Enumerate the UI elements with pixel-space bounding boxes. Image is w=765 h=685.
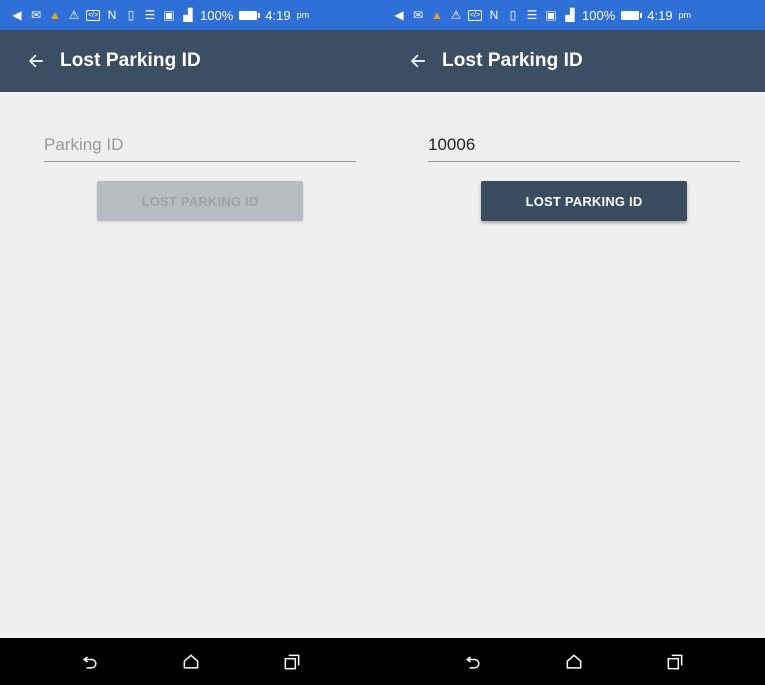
lost-parking-id-button[interactable]: LOST PARKING ID <box>97 181 303 221</box>
vibrate-icon: ▯ <box>509 8 517 22</box>
navigation-bar <box>382 638 765 685</box>
clock: 4:19 <box>647 7 673 23</box>
battery-percent: 100% <box>200 7 234 23</box>
nav-home-button[interactable] <box>554 642 594 682</box>
page-title: Lost Parking ID <box>60 50 201 71</box>
code-icon: </> <box>86 9 100 21</box>
warning-icon: ⚠ <box>68 8 80 22</box>
message-icon: ◀ <box>394 8 404 22</box>
clock: 4:19 <box>265 7 291 23</box>
app-bar: Lost Parking ID <box>382 30 765 92</box>
battery-icon <box>621 10 643 20</box>
recents-icon <box>284 654 300 669</box>
home-icon <box>566 654 581 669</box>
message-icon: ◀ <box>12 8 22 22</box>
signal-icon: ▟ <box>565 8 575 22</box>
parking-id-field[interactable] <box>428 130 740 162</box>
wifi-icon: ☰ <box>144 8 156 22</box>
warning-icon: ⚠ <box>450 8 462 22</box>
status-bar: ◀ ✉ ▲ ⚠ </> N ▯ ☰ ▣ ▟ 100% 4:19 pm <box>0 0 382 30</box>
status-bar: ◀ ✉ ▲ ⚠ </> N ▯ ☰ ▣ ▟ 100% 4:19 pm <box>382 0 765 30</box>
email-icon: ✉ <box>412 8 424 22</box>
screen-empty: ◀ ✉ ▲ ⚠ </> N ▯ ☰ ▣ ▟ 100% 4:19 pm Lost P… <box>0 0 382 685</box>
home-icon <box>183 654 199 669</box>
lost-parking-id-button[interactable]: LOST PARKING ID <box>481 181 687 221</box>
back-icon <box>83 655 97 669</box>
app-bar: Lost Parking ID <box>0 30 382 92</box>
hazard-alert-icon: ▲ <box>431 8 443 22</box>
back-button[interactable] <box>396 52 440 70</box>
nav-back-button[interactable] <box>453 642 493 682</box>
nav-back-button[interactable] <box>70 642 110 682</box>
battery-percent: 100% <box>582 7 616 23</box>
back-button[interactable] <box>14 52 58 70</box>
wifi-icon: ☰ <box>526 8 538 22</box>
arrow-left-icon <box>28 54 43 68</box>
email-icon: ✉ <box>30 8 42 22</box>
screen-filled: ◀ ✉ ▲ ⚠ </> N ▯ ☰ ▣ ▟ 100% 4:19 pm Lost P… <box>382 0 765 685</box>
nav-recents-button[interactable] <box>655 642 695 682</box>
nav-recents-button[interactable] <box>272 642 312 682</box>
battery-icon <box>239 10 261 20</box>
signal-icon: ▟ <box>183 8 193 22</box>
back-icon <box>465 655 480 669</box>
parking-id-field[interactable] <box>44 130 356 162</box>
nfc-icon: N <box>107 8 117 22</box>
page-title: Lost Parking ID <box>442 50 583 71</box>
nfc-icon: N <box>489 8 499 22</box>
parking-id-input[interactable] <box>428 130 740 160</box>
sim-icon: ▣ <box>163 8 175 22</box>
clock-ampm: pm <box>678 10 692 20</box>
navigation-bar <box>0 638 382 685</box>
nav-home-button[interactable] <box>171 642 211 682</box>
clock-ampm: pm <box>296 10 310 20</box>
two-screen-comparison: ◀ ✉ ▲ ⚠ </> N ▯ ☰ ▣ ▟ 100% 4:19 pm Lost P… <box>0 0 765 685</box>
sim-icon: ▣ <box>545 8 557 22</box>
recents-icon <box>667 654 682 669</box>
parking-id-input[interactable] <box>44 130 356 160</box>
hazard-alert-icon: ▲ <box>49 8 61 22</box>
arrow-left-icon <box>410 54 425 68</box>
code-icon: </> <box>468 9 482 21</box>
vibrate-icon: ▯ <box>127 8 135 22</box>
